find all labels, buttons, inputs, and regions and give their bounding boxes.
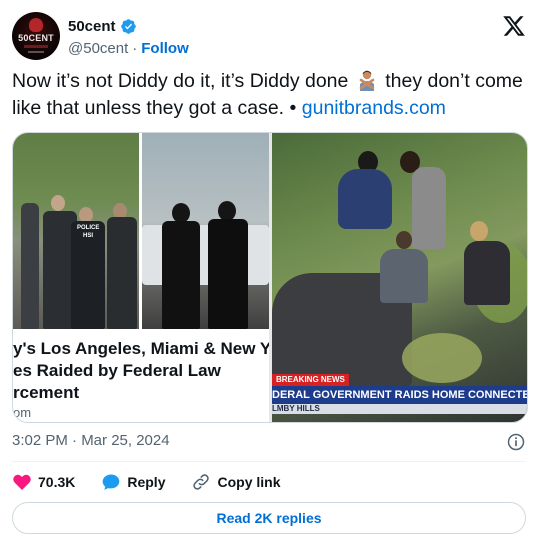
card-headline[interactable]: y's Los Angeles, Miami & New Y es Raided… [13,338,269,404]
handle-row: @50cent · Follow [68,38,189,58]
name-row: 50cent [68,16,137,36]
card-headline-line2: es Raided by Federal Law [13,361,221,380]
avatar-text: 50CENT [18,33,54,43]
card-photo-officers [142,133,269,329]
video-person-kneeling [380,249,428,303]
verified-badge-icon [120,18,136,34]
tweet-link[interactable]: gunitbrands.com [302,97,446,119]
heart-icon [13,474,31,490]
media-container[interactable]: POLICE HSI y's Los Angeles, Miami & New … [12,132,528,423]
news-lower-sub: LMBY HILLS [272,404,527,414]
article-card[interactable]: POLICE HSI y's Los Angeles, Miami & New … [13,133,269,422]
video-person-dark-shirt [464,241,510,305]
card-photo-head [51,195,65,211]
card-photo-figure [162,221,200,329]
tweet-text: Now it’s not Diddy do it, it’s Diddy don… [12,68,528,122]
avatar-stripe [24,45,48,48]
avatar-stripe-small [28,51,44,53]
breaking-news-label: BREAKING NEWS [272,374,349,386]
card-headline-line3: rcement [13,383,80,402]
tweet-actions: 70.3K Reply Copy link [12,470,307,494]
skull-icon [29,18,43,32]
card-headline-line1: y's Los Angeles, Miami & New Y [13,339,269,358]
video-person-head [396,231,412,249]
copy-link-button[interactable]: Copy link [191,472,281,492]
display-name[interactable]: 50cent [68,18,116,35]
news-video[interactable]: BREAKING NEWS DERAL GOVERNMENT RAIDS HOM… [272,133,527,422]
avatar[interactable]: 50CENT [12,12,60,60]
tweet-text-part1: Now it’s not Diddy do it, it’s Diddy don… [12,70,349,92]
video-bush [402,333,482,383]
man-gesturing-no-emoji [359,70,375,91]
card-photo-agents: POLICE HSI [13,133,139,329]
card-photo-figure [21,203,39,329]
read-replies-button[interactable]: Read 2K replies [12,502,526,534]
tweet-header: 50CENT 50cent @50cent · Follow [12,12,526,60]
card-photo-figure [107,217,137,329]
card-photo-figure [208,219,248,329]
tweet-timestamp[interactable]: 3:02 PM · Mar 25, 2024 [12,432,170,449]
vest-hsi-label: HSI [83,233,94,239]
video-person-blue-shirt [338,169,392,229]
follow-link[interactable]: Follow [141,40,189,57]
video-person-gray-shirt [412,167,446,249]
card-photo-head [172,203,190,223]
reply-label: Reply [127,474,166,490]
link-icon [193,474,210,490]
separator-dot: · [132,39,138,57]
handle[interactable]: @50cent [68,40,128,57]
news-lower-third: DERAL GOVERNMENT RAIDS HOME CONNECTED [272,386,527,404]
like-count: 70.3K [38,474,76,490]
copy-link-label: Copy link [217,474,281,490]
card-source: om [13,405,32,420]
divider [12,461,526,462]
like-button[interactable]: 70.3K [12,472,75,492]
video-person-head [470,221,488,241]
vest-police-label: POLICE [77,225,100,231]
reply-bubble-icon [103,474,120,490]
card-photo-head [218,201,236,221]
x-logo-icon[interactable] [502,14,526,38]
info-icon[interactable] [506,432,526,452]
reply-button[interactable]: Reply [101,472,165,492]
